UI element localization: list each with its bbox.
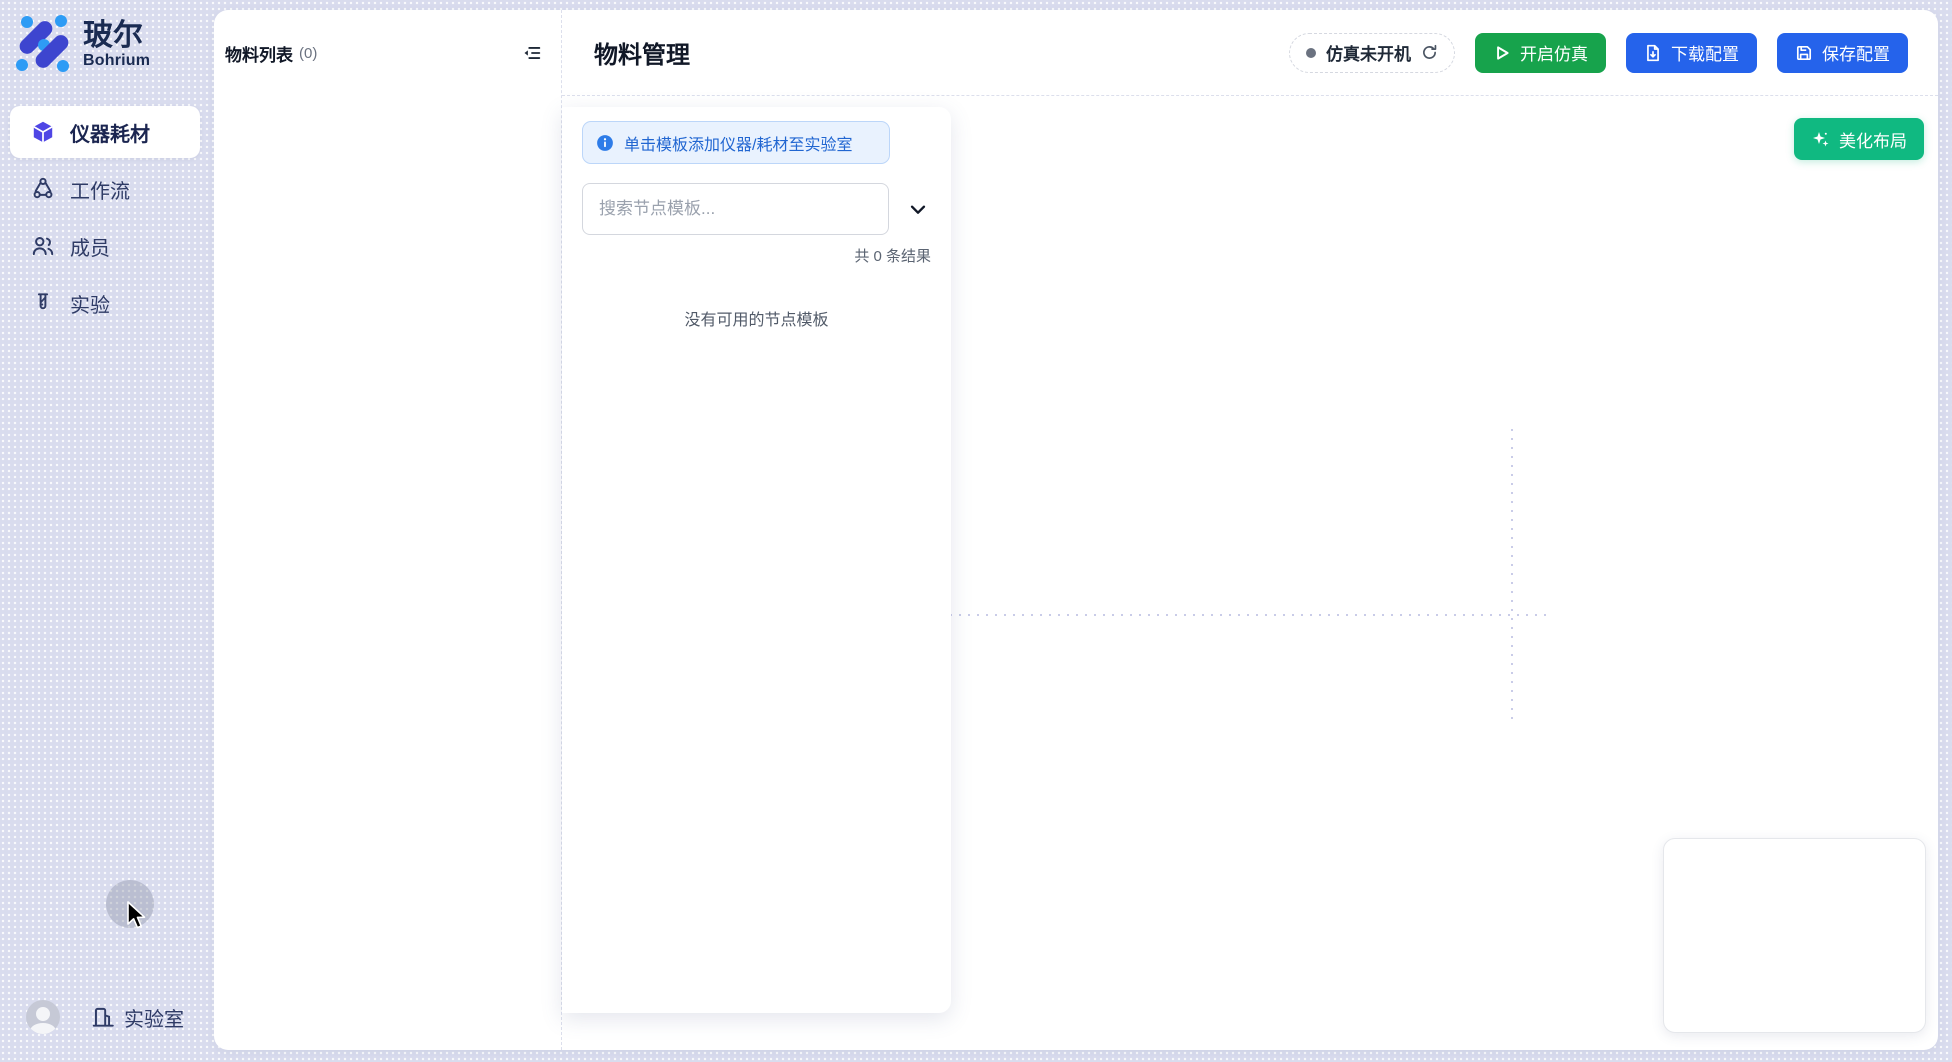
brand-name-zh: 玻尔 xyxy=(83,19,150,52)
sidebar: 玻尔 Bohrium 仪器耗材 工作流 xyxy=(0,0,214,1062)
lab-switcher[interactable]: 实验室 xyxy=(90,1003,184,1032)
start-simulation-label: 开启仿真 xyxy=(1520,40,1588,65)
info-icon xyxy=(596,134,614,152)
save-icon xyxy=(1795,44,1813,62)
sidebar-item-experiment[interactable]: 实验 xyxy=(10,277,200,329)
page-title: 物料管理 xyxy=(594,35,690,70)
play-icon xyxy=(1493,44,1511,62)
template-search-input[interactable] xyxy=(582,183,889,235)
sidebar-item-label: 实验 xyxy=(70,289,110,318)
collapse-panel-button[interactable] xyxy=(520,41,544,65)
beautify-layout-label: 美化布局 xyxy=(1839,127,1907,152)
save-config-button[interactable]: 保存配置 xyxy=(1777,33,1908,73)
canvas-guide-horizontal xyxy=(950,614,1550,616)
canvas-guide-vertical xyxy=(1511,429,1513,719)
collapse-list-toggle[interactable] xyxy=(905,196,931,222)
simulation-status-pill[interactable]: 仿真未开机 xyxy=(1289,33,1455,73)
download-config-label: 下载配置 xyxy=(1671,40,1739,65)
sidebar-item-instruments[interactable]: 仪器耗材 xyxy=(10,106,200,158)
start-simulation-button[interactable]: 开启仿真 xyxy=(1475,33,1606,73)
members-icon xyxy=(30,233,56,259)
template-hint-text: 单击模板添加仪器/耗材至实验室 xyxy=(624,131,852,155)
sidebar-item-label: 仪器耗材 xyxy=(70,118,150,147)
sparkles-icon xyxy=(1811,130,1830,149)
workflow-icon xyxy=(30,176,56,202)
minimap-panel[interactable] xyxy=(1663,838,1926,1033)
empty-state-text: 没有可用的节点模板 xyxy=(582,306,931,330)
sidebar-item-workflow[interactable]: 工作流 xyxy=(10,163,200,215)
bohrium-logo-icon xyxy=(13,14,73,74)
test-tube-icon xyxy=(30,290,56,316)
indent-collapse-icon xyxy=(521,42,543,64)
file-download-icon xyxy=(1644,44,1662,62)
template-hint-banner[interactable]: 单击模板添加仪器/耗材至实验室 xyxy=(582,121,890,164)
cube-icon xyxy=(30,119,56,145)
beautify-layout-button[interactable]: 美化布局 xyxy=(1794,118,1924,160)
save-config-label: 保存配置 xyxy=(1822,40,1890,65)
material-list-count: (0) xyxy=(299,45,317,62)
mouse-cursor-icon xyxy=(124,900,150,930)
lab-label: 实验室 xyxy=(124,1003,184,1032)
brand-logo: 玻尔 Bohrium xyxy=(0,0,214,74)
sidebar-item-label: 成员 xyxy=(70,232,110,261)
sidebar-item-members[interactable]: 成员 xyxy=(10,220,200,272)
brand-name-en: Bohrium xyxy=(83,52,150,70)
node-template-panel: 单击模板添加仪器/耗材至实验室 共 0 条结果 没有可用的节点模板 xyxy=(562,107,951,1013)
material-list-title: 物料列表 xyxy=(225,41,293,66)
status-dot-icon xyxy=(1306,48,1316,58)
page-header: 物料管理 仿真未开机 开启仿真 xyxy=(562,10,1938,96)
user-avatar[interactable] xyxy=(26,1000,60,1034)
main-region: 物料管理 仿真未开机 开启仿真 xyxy=(562,10,1938,1050)
download-config-button[interactable]: 下载配置 xyxy=(1626,33,1757,73)
material-list-panel: 物料列表 (0) xyxy=(214,10,562,1050)
content-card: 物料列表 (0) 物料管理 仿真未开机 xyxy=(214,10,1938,1050)
layout-canvas[interactable]: 单击模板添加仪器/耗材至实验室 共 0 条结果 没有可用的节点模板 xyxy=(562,96,1938,1050)
refresh-icon[interactable] xyxy=(1421,44,1438,61)
sidebar-item-label: 工作流 xyxy=(70,175,130,204)
building-icon xyxy=(90,1004,116,1030)
chevron-down-icon xyxy=(907,198,929,220)
sidebar-nav: 仪器耗材 工作流 成员 xyxy=(10,106,200,329)
status-text: 仿真未开机 xyxy=(1326,40,1411,65)
results-count: 共 0 条结果 xyxy=(582,245,931,266)
